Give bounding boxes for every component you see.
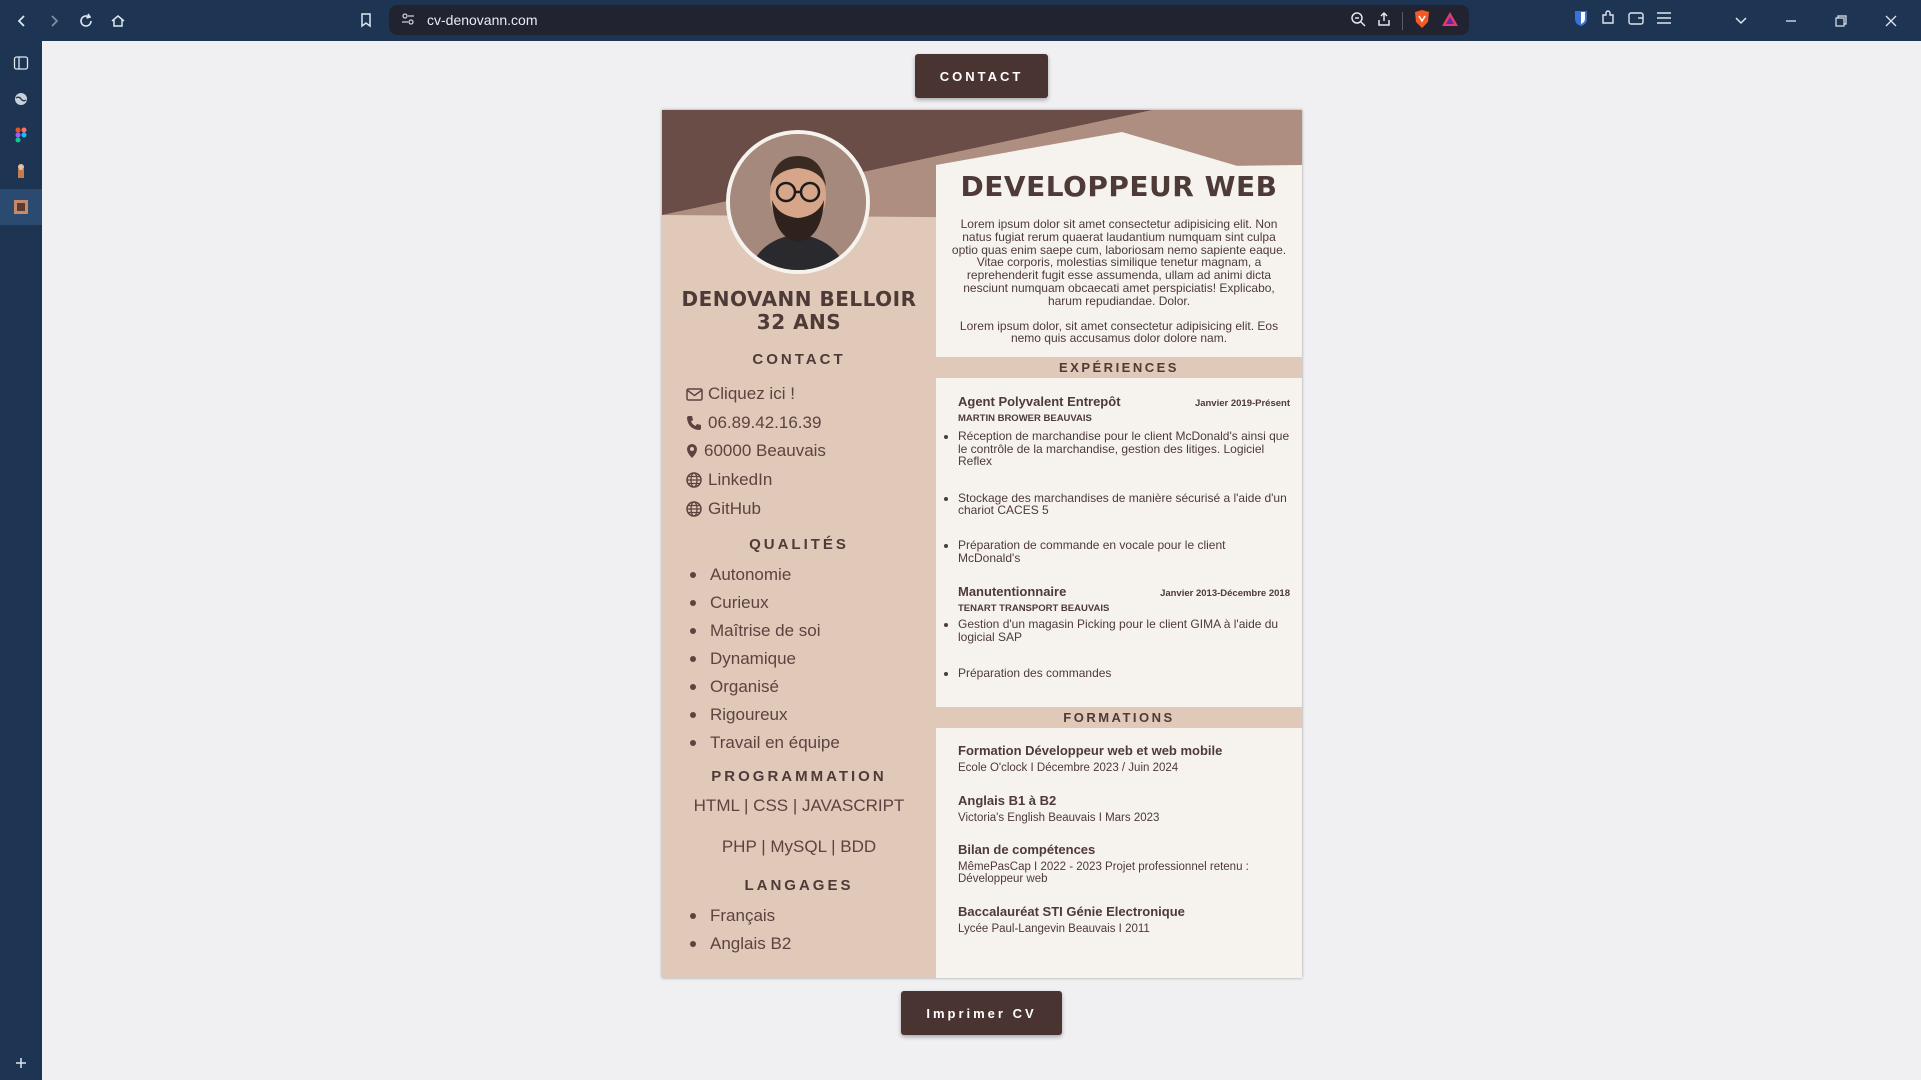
experience-title: Agent Polyvalent Entrepôt [958, 394, 1121, 409]
contact-label: LinkedIn [708, 470, 773, 490]
contact-label: GitHub [708, 498, 761, 518]
globe-icon[interactable] [0, 81, 42, 117]
formation-title: Bilan de compétences [958, 842, 1096, 857]
experience-item: Agent Polyvalent Entrepôt Janvier 2019-P… [958, 394, 1290, 564]
contact-item-github[interactable]: GitHub [686, 494, 826, 523]
brave-shields-icon[interactable] [1413, 9, 1431, 32]
location-pin-icon [686, 443, 704, 459]
contact-item-email[interactable]: Cliquez ici ! [686, 380, 826, 409]
languages-section-title: LANGAGES [744, 877, 854, 894]
task-item: Gestion d'un magasin Picking pour le cli… [958, 618, 1290, 643]
share-icon[interactable] [1376, 11, 1392, 30]
programming-line: PHP | MySQL | BDD [721, 837, 877, 856]
forward-icon[interactable] [38, 5, 70, 37]
contact-item-linkedin[interactable]: LinkedIn [686, 466, 826, 495]
formation-item: Formation Développeur web et web mobile … [958, 743, 1278, 774]
home-icon[interactable] [102, 5, 134, 37]
list-item: Autonomie [686, 561, 840, 589]
formation-item: Anglais B1 à B2 Victoria's English Beauv… [958, 793, 1278, 824]
programming-line: HTML | CSS | JAVASCRIPT [693, 796, 905, 815]
task-item: Préparation de commande en vocale pour l… [958, 539, 1290, 564]
bookmark-icon[interactable] [350, 4, 382, 36]
contact-list: Cliquez ici ! 06.89.42.16.39 60000 Beauv… [686, 380, 826, 523]
intro-paragraph: Lorem ipsum dolor, sit amet consectetur … [959, 318, 1279, 346]
zoom-icon[interactable] [1350, 11, 1366, 30]
extensions-icon[interactable] [1599, 9, 1617, 32]
formation-detail: Ecole O'clock I Décembre 2023 / Juin 202… [958, 762, 1179, 774]
back-icon[interactable] [6, 5, 38, 37]
job-title: DEVELOPPEUR WEB [960, 170, 1278, 203]
formation-title: Formation Développeur web et web mobile [958, 743, 1223, 758]
sidebar-panel-icon[interactable] [0, 45, 42, 81]
programming-section-title: PROGRAMMATION [711, 768, 887, 785]
list-item: Rigoureux [686, 701, 840, 729]
figma-icon[interactable] [0, 117, 42, 153]
tab-list-icon[interactable] [1721, 5, 1761, 37]
languages-list: Français Anglais B2 [686, 902, 791, 958]
cv-name-block: DENOVANN BELLOIR 32 ANS [662, 288, 936, 334]
cv-age: 32 ANS [756, 310, 842, 334]
url-text: cv-denovann.com [427, 12, 538, 28]
print-cv-button[interactable]: Imprimer CV [901, 991, 1062, 1035]
task-item: Préparation des commandes [958, 667, 1290, 680]
task-item: Réception de marchandise pour le client … [958, 430, 1290, 468]
task-item: Stockage des marchandises de manière séc… [958, 491, 1290, 517]
reload-icon[interactable] [70, 5, 102, 37]
list-item: Dynamique [686, 645, 840, 673]
intro-text: Lorem ipsum dolor sit amet consectetur a… [948, 218, 1290, 345]
formations-section-title: FORMATIONS [936, 707, 1302, 728]
add-icon[interactable] [0, 1045, 42, 1080]
cv-name: DENOVANN BELLOIR [681, 287, 917, 311]
browser-sidebar [0, 41, 42, 1080]
contact-item-location[interactable]: 60000 Beauvais [686, 437, 826, 466]
list-item: Anglais B2 [686, 930, 791, 958]
experience-company: MARTIN BROWER BEAUVAIS [958, 413, 1092, 424]
formation-item: Baccalauréat STI Génie Electronique Lycé… [958, 904, 1278, 935]
minimize-icon[interactable] [1771, 5, 1811, 37]
contact-section-title: CONTACT [752, 351, 846, 368]
experience-item: Manutentionnaire Janvier 2013-Décembre 2… [958, 584, 1290, 680]
address-bar[interactable]: cv-denovann.com [389, 5, 1469, 35]
formation-title: Baccalauréat STI Génie Electronique [958, 904, 1185, 919]
bitwarden-extension-icon[interactable] [1573, 9, 1589, 32]
contact-button[interactable]: CONTACT [915, 54, 1048, 98]
experiences-section-title: EXPÉRIENCES [936, 357, 1302, 378]
site-settings-icon[interactable] [401, 12, 415, 29]
restore-icon[interactable] [1821, 5, 1861, 37]
cv-document: DENOVANN BELLOIR 32 ANS CONTACT Cliquez … [662, 110, 1302, 978]
brave-rewards-icon[interactable] [1441, 10, 1459, 31]
formation-detail: MêmePasCap I 2022 - 2023 Projet professi… [958, 861, 1249, 885]
experience-date: Janvier 2019-Présent [1194, 398, 1290, 409]
experience-title: Manutentionnaire [958, 584, 1067, 599]
experience-company: TENART TRANSPORT BEAUVAIS [958, 603, 1110, 614]
list-item: Curieux [686, 589, 840, 617]
contact-label: 06.89.42.16.39 [708, 412, 822, 432]
experience-date: Janvier 2013-Décembre 2018 [1160, 588, 1290, 599]
contact-label: Cliquez ici ! [708, 384, 795, 404]
formation-item: Bilan de compétences MêmePasCap I 2022 -… [958, 842, 1278, 885]
list-item: Maîtrise de soi [686, 617, 840, 645]
profile-photo [726, 130, 870, 274]
app-shortcut-icon[interactable] [0, 153, 42, 189]
menu-icon[interactable] [1655, 10, 1673, 31]
contact-label: 60000 Beauvais [704, 441, 826, 461]
list-item: Travail en équipe [686, 729, 840, 757]
globe-icon [686, 472, 708, 488]
globe-icon [686, 500, 708, 517]
envelope-icon [686, 388, 708, 401]
close-icon[interactable] [1871, 5, 1911, 37]
cv-site-tab-icon[interactable] [0, 189, 42, 225]
list-item: Organisé [686, 673, 840, 701]
browser-toolbar: cv-denovann.com [0, 0, 1921, 41]
wallet-icon[interactable] [1627, 10, 1645, 31]
formation-title: Anglais B1 à B2 [958, 793, 1057, 808]
formation-detail: Victoria's English Beauvais I Mars 2023 [958, 812, 1160, 824]
qualities-list: Autonomie Curieux Maîtrise de soi Dynami… [686, 561, 840, 757]
qualities-section-title: QUALITÉS [749, 536, 849, 553]
intro-paragraph: Lorem ipsum dolor sit amet consectetur a… [951, 217, 1287, 308]
formation-detail: Lycée Paul-Langevin Beauvais I 2011 [958, 923, 1150, 935]
contact-item-phone[interactable]: 06.89.42.16.39 [686, 409, 826, 438]
phone-icon [686, 415, 708, 431]
list-item: Français [686, 902, 791, 930]
